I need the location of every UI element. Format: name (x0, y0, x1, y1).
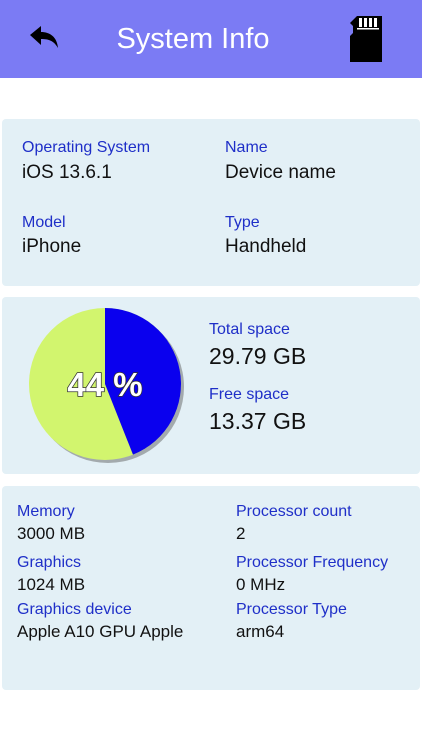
free-space-value: 13.37 GB (209, 408, 307, 434)
sd-card-icon (350, 16, 382, 62)
os-label: Operating System (22, 139, 151, 156)
graphics-device-value: Apple A10 GPU Apple (17, 622, 184, 641)
type-value: Handheld (225, 236, 307, 257)
type-label: Type (225, 214, 260, 231)
hardware-info-card: Memory 3000 MB Processor count 2 Graphic… (2, 486, 420, 690)
sd-card-button[interactable] (346, 12, 386, 66)
app-header: System Info (0, 0, 422, 78)
model-value: iPhone (22, 236, 82, 257)
model-label: Model (22, 214, 66, 231)
processor-frequency-value: 0 MHz (236, 575, 286, 594)
total-space-value: 29.79 GB (209, 343, 307, 369)
name-value: Device name (225, 162, 336, 183)
processor-count-label: Processor count (236, 503, 352, 520)
device-info-card: Operating System iOS 13.6.1 Name Device … (2, 119, 420, 286)
graphics-device-label: Graphics device (17, 601, 132, 618)
processor-type-value: arm64 (236, 622, 285, 641)
free-space-label: Free space (209, 386, 290, 403)
storage-pie-chart: 44 % (28, 307, 186, 465)
os-value: iOS 13.6.1 (22, 162, 112, 183)
page-title: System Info (116, 23, 270, 55)
storage-card: 44 % Total space 29.79 GB Free space 13.… (2, 297, 420, 474)
processor-type-label: Processor Type (236, 601, 347, 618)
graphics-value: 1024 MB (17, 575, 86, 594)
name-label: Name (225, 139, 268, 156)
processor-count-value: 2 (236, 524, 246, 543)
processor-frequency-label: Processor Frequency (236, 554, 389, 571)
total-space-label: Total space (209, 321, 290, 338)
memory-label: Memory (17, 503, 75, 520)
memory-value: 3000 MB (17, 524, 86, 543)
storage-percent-text: 44 % (67, 366, 142, 403)
graphics-label: Graphics (17, 554, 82, 571)
